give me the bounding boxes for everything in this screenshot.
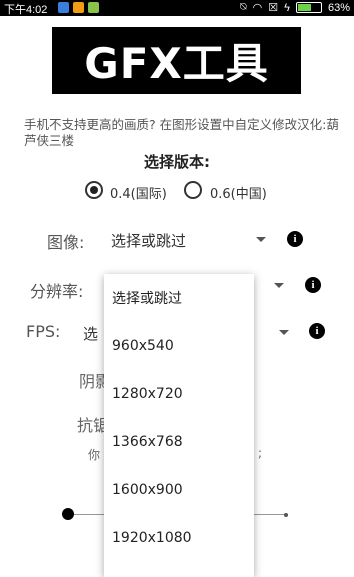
version-radio-cn[interactable] [184, 181, 202, 199]
version-label-intl[interactable]: 0.4(国际) [110, 183, 167, 202]
version-radio-intl[interactable] [85, 181, 103, 199]
dropdown-option[interactable]: 1280x720 [104, 370, 254, 418]
resolution-select-caret-icon[interactable] [274, 283, 284, 288]
image-info-icon[interactable]: i [287, 231, 303, 247]
app-logo: GFX工具 [52, 27, 301, 94]
status-time: 下午4:02 [4, 4, 48, 16]
version-title: 选择版本: [144, 153, 210, 171]
resolution-dropdown: 选择或跳过 960x540 1280x720 1366x768 1600x900… [104, 274, 254, 577]
image-label: 图像: [47, 233, 85, 252]
status-icons: ⍉ ◠ ☒ ϟ 63% [240, 1, 350, 14]
fps-select[interactable]: 选 [83, 323, 98, 344]
hint-text-start: 你 [88, 448, 101, 462]
quality-slider-end [284, 513, 288, 517]
no-sim-icon: ☒ [268, 2, 279, 14]
fps-select-caret-icon[interactable] [279, 330, 289, 335]
app-notification-icon [58, 2, 69, 13]
hint-text-end: ; [258, 446, 263, 460]
quality-slider-handle[interactable] [62, 508, 74, 520]
status-bar: 下午4:02 ⍉ ◠ ☒ ϟ 63% [0, 0, 354, 16]
dropdown-option[interactable]: 1600x900 [104, 466, 254, 514]
app-notification-icon [73, 2, 84, 13]
image-select[interactable]: 选择或跳过 [111, 230, 186, 251]
battery-percent: 63% [327, 1, 350, 14]
resolution-label: 分辨率: [30, 282, 84, 301]
charging-icon: ϟ [284, 1, 290, 14]
support-note: 手机不支持更高的画质? 在图形设置中自定义修改汉化:葫芦侠三楼 [24, 117, 339, 148]
dropdown-option[interactable]: 1920x1080 [104, 514, 254, 562]
fps-info-icon[interactable]: i [309, 323, 325, 339]
app-notification-icon [88, 2, 99, 13]
wifi-icon: ◠ [252, 2, 263, 14]
battery-icon [295, 2, 322, 13]
dropdown-option[interactable]: 1366x768 [104, 418, 254, 466]
dropdown-option[interactable]: 960x540 [104, 322, 254, 370]
image-select-caret-icon[interactable] [256, 237, 266, 242]
fps-label: FPS: [26, 322, 61, 341]
dropdown-option[interactable]: 选择或跳过 [104, 274, 254, 322]
resolution-info-icon[interactable]: i [305, 277, 321, 293]
mute-icon: ⍉ [240, 1, 247, 13]
version-label-cn[interactable]: 0.6(中国) [210, 183, 267, 202]
